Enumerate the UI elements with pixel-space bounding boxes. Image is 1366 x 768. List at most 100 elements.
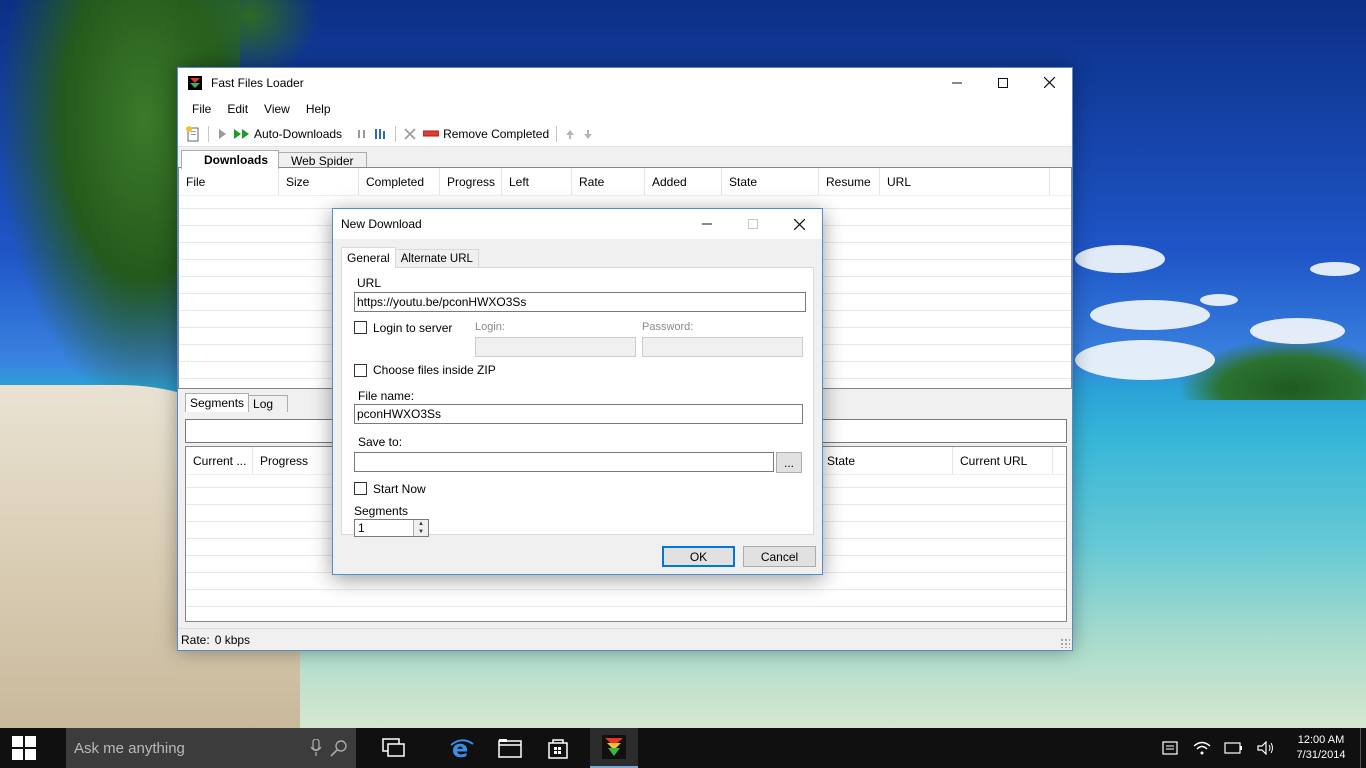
wifi-icon[interactable] (1186, 728, 1218, 768)
column-state[interactable]: State (722, 168, 819, 195)
column-segment-progress[interactable]: Progress (253, 447, 333, 474)
store-icon[interactable] (534, 728, 582, 768)
column-progress[interactable]: Progress (440, 168, 502, 195)
file-name-field[interactable]: pconHWXO3Ss (354, 404, 803, 424)
menu-help[interactable]: Help (298, 102, 339, 116)
island-image (1180, 340, 1366, 400)
minimize-icon (702, 223, 712, 225)
windows-logo-icon (12, 736, 36, 760)
maximize-button[interactable] (980, 68, 1026, 97)
volume-icon[interactable] (1250, 728, 1282, 768)
tab-general[interactable]: General (341, 247, 396, 268)
column-left[interactable]: Left (502, 168, 572, 195)
close-icon (1043, 77, 1055, 88)
remove-completed-icon (423, 130, 440, 138)
menu-view[interactable]: View (256, 102, 298, 116)
column-current-url[interactable]: Current URL (953, 447, 1053, 474)
column-resume[interactable]: Resume (819, 168, 880, 195)
menu-file[interactable]: File (184, 102, 219, 116)
battery-icon[interactable] (1218, 728, 1250, 768)
file-explorer-icon[interactable] (486, 728, 534, 768)
tab-downloads[interactable]: Downloads (181, 150, 280, 169)
cloud-image (1075, 340, 1215, 380)
edge-icon[interactable]: e (438, 728, 486, 768)
ok-button[interactable]: OK (662, 546, 735, 567)
general-panel: URL https://youtu.be/pconHWXO3Ss Login t… (341, 267, 814, 537)
dialog-minimize-button[interactable] (684, 209, 730, 239)
new-download-button[interactable] (182, 123, 204, 145)
new-download-icon (186, 125, 199, 141)
microphone-icon[interactable] (310, 739, 322, 757)
stepper-down-icon[interactable]: ▼ (414, 528, 428, 536)
pause-all-button[interactable] (371, 123, 391, 145)
taskbar: Ask me anything e 12:00 AM 7/31/2014 (0, 728, 1366, 768)
auto-downloads-button[interactable]: Auto-Downloads (231, 123, 345, 145)
task-view-icon[interactable] (370, 728, 418, 768)
pause-button[interactable] (353, 123, 371, 145)
dialog-title: New Download (341, 217, 422, 231)
choose-zip-checkbox[interactable] (354, 364, 367, 377)
remove-button[interactable] (400, 123, 420, 145)
url-label: URL (357, 276, 382, 290)
column-current[interactable]: Current ... (186, 447, 253, 474)
close-icon (793, 218, 805, 230)
downloads-header: File Size Completed Progress Left Rate A… (179, 168, 1071, 196)
move-down-button[interactable] (579, 123, 597, 145)
toolbar-separator (208, 125, 209, 142)
rate-label: Rate: (181, 632, 210, 647)
column-file[interactable]: File (179, 168, 279, 195)
segments-label: Segments (354, 504, 409, 518)
segments-stepper[interactable]: 1 ▲ ▼ (354, 519, 429, 537)
browse-button[interactable]: ... (776, 452, 802, 473)
file-name-label: File name: (358, 389, 415, 403)
start-now-checkbox[interactable] (354, 482, 367, 495)
dialog-close-button[interactable] (776, 209, 822, 239)
dialog-title-bar[interactable]: New Download (333, 209, 822, 239)
dialog-maximize-button (730, 209, 776, 239)
start-button[interactable] (0, 728, 48, 768)
show-desktop-button[interactable] (1360, 728, 1366, 768)
column-rate[interactable]: Rate (572, 168, 645, 195)
fast-files-loader-icon[interactable] (590, 728, 638, 768)
tab-segments[interactable]: Segments (185, 393, 250, 412)
login-to-server-checkbox[interactable] (354, 321, 367, 334)
play-icon (219, 128, 226, 139)
column-completed[interactable]: Completed (359, 168, 440, 195)
column-url[interactable]: URL (880, 168, 1050, 195)
pause-icon (358, 129, 366, 138)
url-field[interactable]: https://youtu.be/pconHWXO3Ss (354, 292, 806, 312)
tab-log[interactable]: Log (248, 395, 289, 412)
cloud-image (1200, 294, 1238, 306)
resize-grip[interactable] (1060, 638, 1070, 648)
start-button[interactable] (213, 123, 231, 145)
cloud-image (1310, 262, 1360, 276)
menu-edit[interactable]: Edit (219, 102, 256, 116)
close-button[interactable] (1026, 68, 1072, 97)
clock[interactable]: 12:00 AM 7/31/2014 (1282, 733, 1360, 763)
move-up-button[interactable] (561, 123, 579, 145)
minimize-button[interactable] (934, 68, 980, 97)
save-to-field[interactable] (354, 452, 774, 472)
maximize-icon (748, 219, 758, 229)
login-field[interactable] (475, 337, 636, 357)
fast-forward-icon (234, 128, 250, 140)
cancel-button[interactable]: Cancel (743, 546, 816, 567)
password-field[interactable] (642, 337, 803, 357)
search-icon[interactable] (330, 739, 348, 757)
maximize-icon (998, 77, 1008, 88)
tab-alternate-url[interactable]: Alternate URL (394, 249, 479, 268)
menu-bar: File Edit View Help (178, 97, 1072, 121)
title-bar[interactable]: Fast Files Loader (178, 68, 1072, 97)
search-placeholder: Ask me anything (74, 739, 185, 757)
login-label: Login: (475, 321, 505, 333)
column-size[interactable]: Size (279, 168, 359, 195)
column-segment-state[interactable]: State (820, 447, 953, 474)
column-added[interactable]: Added (645, 168, 722, 195)
remove-completed-button[interactable]: Remove Completed (420, 123, 552, 145)
stepper-buttons[interactable]: ▲ ▼ (413, 520, 428, 536)
arrow-up-icon (566, 129, 575, 139)
stepper-up-icon[interactable]: ▲ (414, 520, 428, 528)
search-box[interactable]: Ask me anything (66, 728, 356, 768)
cloud-image (1075, 245, 1165, 273)
action-center-icon[interactable] (1154, 728, 1186, 768)
